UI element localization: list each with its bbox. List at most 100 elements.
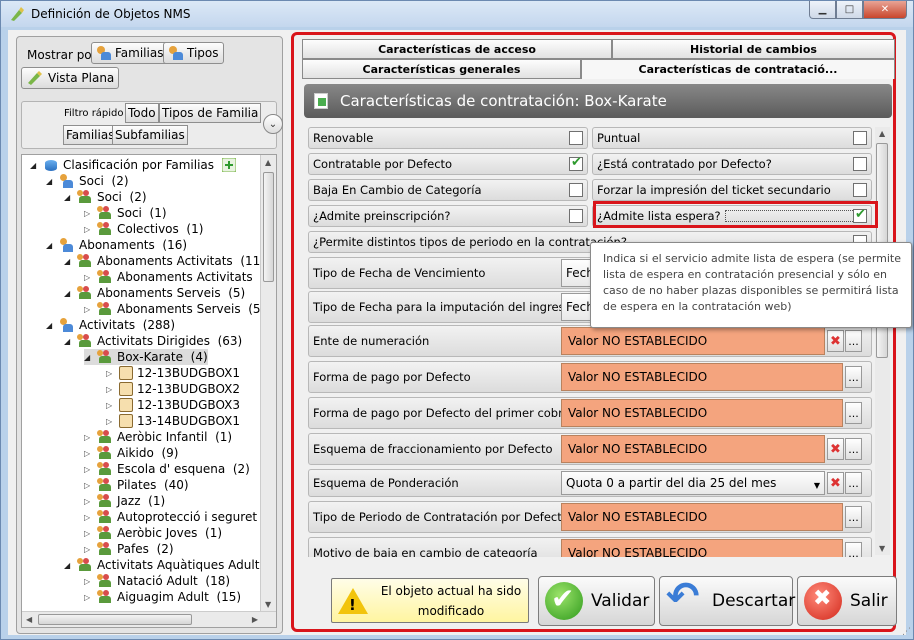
minimize-button[interactable]: ▁ <box>809 1 836 19</box>
group-icon <box>77 254 93 268</box>
prop-label: ¿Admite preinscripción? <box>313 209 451 223</box>
scroll-left-icon[interactable]: ◀ <box>26 615 32 624</box>
tab-caracteristicas-acceso[interactable]: Características de acceso <box>302 39 612 59</box>
tree-node[interactable]: ▷ 12-13BUDGBOX2 <box>106 381 240 397</box>
tree-node[interactable]: ◢ Activitats Aquàtiques Adult <box>64 557 259 573</box>
scroll-up-icon[interactable]: ▲ <box>879 129 885 138</box>
scroll-down-icon[interactable]: ▼ <box>879 544 885 553</box>
validar-button[interactable]: Validar <box>538 576 655 626</box>
motivo-baja-value[interactable]: Valor NO ESTABLECIDO <box>561 539 843 557</box>
tree-vertical-scrollbar[interactable]: ▲ ▼ <box>260 155 276 612</box>
preinscripcion-checkbox[interactable] <box>569 209 583 223</box>
scroll-down-icon[interactable]: ▼ <box>265 600 271 609</box>
esquema-frac-value[interactable]: Valor NO ESTABLECIDO <box>561 435 825 463</box>
tree-node[interactable]: ◢ Clasificación por Familias <box>30 157 236 173</box>
tipo-periodo-value[interactable]: Valor NO ESTABLECIDO <box>561 503 843 531</box>
esquema-pond-select[interactable]: Quota 0 a partir del dia 25 del mes ▼ <box>561 471 825 495</box>
tree-node[interactable]: ◢ Abonaments Serveis (5) <box>64 285 245 301</box>
familias-button[interactable]: Familias <box>91 42 169 64</box>
tab-caracteristicas-generales[interactable]: Características generales <box>302 59 581 79</box>
tree-node[interactable]: ▷ Soci (1) <box>84 205 167 221</box>
tree-node-count: (2) <box>232 462 250 476</box>
ente-value[interactable]: Valor NO ESTABLECIDO <box>561 327 825 355</box>
forzar-checkbox[interactable] <box>853 183 867 197</box>
filter-familias-button[interactable]: Familias <box>63 125 118 145</box>
browse-button[interactable]: ... <box>845 330 862 352</box>
tree-node[interactable]: ▷ Natació Adult (18) <box>84 573 230 589</box>
browse-button[interactable]: ... <box>845 472 862 494</box>
tree-node[interactable]: ▷ Abonaments Serveis (5 <box>84 301 261 317</box>
salir-button[interactable]: Salir <box>797 576 897 626</box>
tree-node[interactable]: ◢ Soci (2) <box>64 189 147 205</box>
clear-icon[interactable]: ✖ <box>827 472 844 494</box>
scroll-up-icon[interactable]: ▲ <box>265 158 271 167</box>
filter-todo-button[interactable]: Todo <box>125 103 159 123</box>
browse-button[interactable]: ... <box>845 402 862 424</box>
scrollbar-thumb[interactable] <box>38 614 192 625</box>
tipo-fecha-venc-select[interactable]: Fecha <box>561 259 591 287</box>
prop-forzar: Forzar la impresión del ticket secundari… <box>592 179 872 201</box>
filter-tipos-familia-button[interactable]: Tipos de Familia <box>159 103 262 123</box>
tree-node[interactable]: ▷ 12-13BUDGBOX3 <box>106 397 240 413</box>
dropdown-arrow-icon: ▼ <box>813 481 820 490</box>
baja-checkbox[interactable] <box>569 183 583 197</box>
tab-historial-cambios[interactable]: Historial de cambios <box>612 39 895 59</box>
vista-plana-button[interactable]: Vista Plana <box>21 67 120 89</box>
maximize-button[interactable]: □ <box>836 1 863 19</box>
forma-pago-value[interactable]: Valor NO ESTABLECIDO <box>561 363 843 391</box>
close-window-button[interactable]: ✕ <box>863 1 907 19</box>
contratable-checkbox[interactable] <box>569 155 583 171</box>
tree-node[interactable]: ◢ Soci (2) <box>46 173 129 189</box>
filter-subfamilias-button[interactable]: Subfamilias <box>112 125 188 145</box>
contratado-checkbox[interactable] <box>853 157 867 171</box>
chevron-down-icon[interactable]: ⌄ <box>263 114 283 134</box>
browse-button[interactable]: ... <box>845 366 862 388</box>
item-icon <box>119 382 133 396</box>
add-icon[interactable] <box>221 158 236 172</box>
lista-espera-checkbox[interactable] <box>853 207 867 223</box>
tree-node[interactable]: ▷ Abonaments Activitats <box>84 269 253 285</box>
tipo-fecha-imput-select[interactable]: Fecha <box>561 293 591 321</box>
prop-label: Tipo de Fecha de Vencimiento <box>313 266 486 280</box>
group-icon <box>97 206 113 220</box>
tree-node[interactable]: ▷ Pafes (2) <box>84 541 174 557</box>
resize-grip-icon[interactable]: ⋰ <box>902 627 911 637</box>
tab-caracteristicas-contratacion[interactable]: Características de contratació... <box>581 59 895 79</box>
tree-horizontal-scrollbar[interactable]: ◀ ▶ <box>22 611 276 627</box>
tree-node[interactable]: ◢ Abonaments (16) <box>46 237 187 253</box>
tree-node[interactable]: ▷ Aiguagim Adult (15) <box>84 589 241 605</box>
tree-node[interactable]: ▷ Aikido (9) <box>84 445 178 461</box>
tree-node[interactable]: ▷ Jazz (1) <box>84 493 165 509</box>
select-value: Fecha <box>566 266 590 280</box>
app-icon <box>11 7 24 21</box>
forma-pago-primer-value[interactable]: Valor NO ESTABLECIDO <box>561 399 843 427</box>
tipos-button[interactable]: Tipos <box>163 42 224 64</box>
tree-node-count: (5 <box>248 302 261 316</box>
descartar-button[interactable]: Descartar <box>659 574 795 626</box>
puntual-checkbox[interactable] <box>853 131 867 145</box>
scrollbar-thumb[interactable] <box>263 172 274 282</box>
browse-button[interactable]: ... <box>845 542 862 557</box>
tree-node[interactable]: ▷ Aeròbic Infantil (1) <box>84 429 232 445</box>
tree-node[interactable]: ▷ Pilates (40) <box>84 477 189 493</box>
tree-node[interactable]: ◢ Activitats Dirigides (63) <box>64 333 242 349</box>
family-tree[interactable]: ◢ Clasificación por Familias ◢ Soci (2) ◢ S… <box>21 154 277 628</box>
tree-node-label: Abonaments Activitats <box>117 270 253 284</box>
tree-node[interactable]: ▷ 12-13BUDGBOX1 <box>106 365 240 381</box>
tree-node[interactable]: ▷ Colectivos (1) <box>84 221 203 237</box>
scroll-right-icon[interactable]: ▶ <box>252 615 258 624</box>
tree-node[interactable]: ▷ 13-14BUDGBOX1 <box>106 413 240 429</box>
clear-icon[interactable]: ✖ <box>827 438 844 460</box>
tree-node[interactable]: ▷ Escola d' esquena (2) <box>84 461 250 477</box>
properties-scrollbar[interactable]: ▲ ▼ <box>875 127 890 555</box>
renovable-checkbox[interactable] <box>569 131 583 145</box>
browse-button[interactable]: ... <box>845 506 862 528</box>
tree-node-selected[interactable]: ◢ Box-Karate (4) <box>84 349 208 365</box>
tree-node[interactable]: ◢ Abonaments Activitats (11 <box>64 253 260 269</box>
clear-icon[interactable]: ✖ <box>827 330 844 352</box>
tree-node[interactable]: ◢ Activitats (288) <box>46 317 175 333</box>
tree-node[interactable]: ▷ Aeròbic Joves (1) <box>84 525 222 541</box>
tree-node[interactable]: ▷ Autoprotecció i seguret <box>84 509 257 525</box>
browse-button[interactable]: ... <box>845 438 862 460</box>
prop-label: ¿Admite lista espera? <box>597 209 721 223</box>
